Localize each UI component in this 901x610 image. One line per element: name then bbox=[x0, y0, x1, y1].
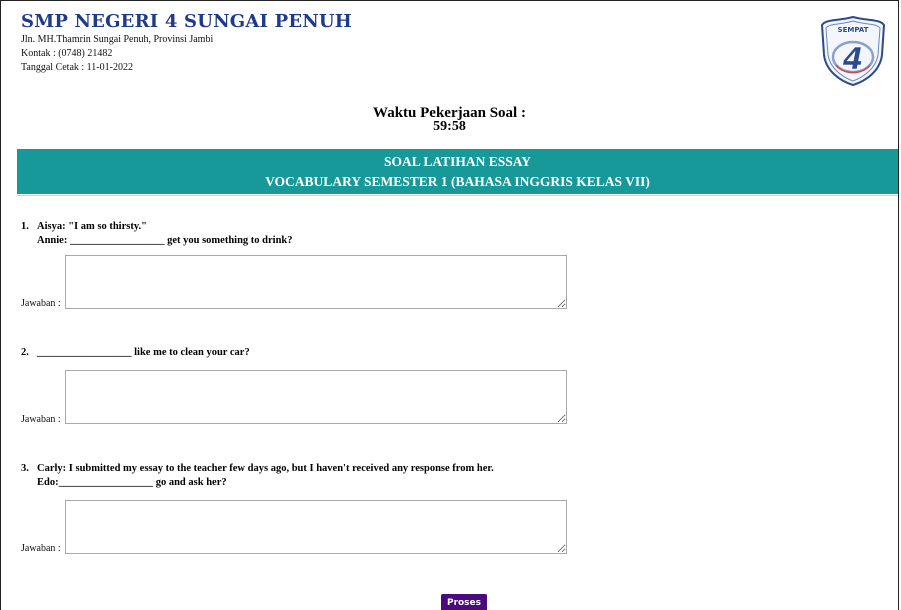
print-date: Tanggal Cetak : 11-01-2022 bbox=[21, 62, 133, 73]
question-number: 3. bbox=[21, 463, 29, 474]
school-address: Jln. MH.Thamrin Sungai Penuh, Provinsi J… bbox=[21, 34, 214, 45]
banner-title: SOAL LATIHAN ESSAY bbox=[383, 154, 532, 169]
banner-subtitle: VOCABULARY SEMESTER 1 (BAHASA INGGRIS KE… bbox=[265, 174, 650, 189]
school-header: SMP NEGERI 4 SUNGAI PENUH Jln. MH.Thamri… bbox=[21, 11, 352, 75]
exam-banner: SOAL LATIHAN ESSAY VOCABULARY SEMESTER 1… bbox=[17, 149, 898, 194]
banner-divider bbox=[17, 195, 898, 196]
answer-input-1[interactable] bbox=[65, 255, 567, 309]
answer-label: Jawaban : bbox=[21, 298, 61, 309]
answer-input-3[interactable] bbox=[65, 500, 567, 554]
answer-label: Jawaban : bbox=[21, 414, 61, 425]
question-3: 3. Carly: I submitted my essay to the tea… bbox=[21, 462, 494, 490]
school-name: SMP NEGERI 4 SUNGAI PENUH bbox=[21, 11, 353, 32]
question-text: Aisya: "I am so thirsty." bbox=[37, 221, 147, 232]
school-crest-icon: SEMPAT 4 bbox=[820, 15, 886, 87]
logo-text: SEMPAT bbox=[838, 26, 869, 34]
question-number: 1. bbox=[21, 221, 29, 232]
question-number: 2. bbox=[21, 347, 29, 358]
question-text-line2: Annie: __________________ get you someth… bbox=[37, 235, 293, 246]
question-text-line2: Edo:__________________ go and ask her? bbox=[37, 477, 227, 488]
timer-value: 59:58 bbox=[433, 119, 466, 134]
exam-page: SMP NEGERI 4 SUNGAI PENUH Jln. MH.Thamri… bbox=[0, 0, 899, 610]
answer-label: Jawaban : bbox=[21, 543, 61, 554]
question-2: 2. __________________ like me to clean yo… bbox=[21, 346, 250, 360]
school-contact: Kontak : (0748) 21482 bbox=[21, 48, 113, 59]
exam-timer: Waktu Pekerjaan Soal : 59:58 bbox=[1, 106, 898, 134]
question-text: __________________ like me to clean your… bbox=[37, 347, 250, 358]
question-1: 1. Aisya: "I am so thirsty." Annie: _____… bbox=[21, 220, 293, 248]
question-text: Carly: I submitted my essay to the teach… bbox=[37, 463, 494, 474]
proses-button[interactable]: Proses bbox=[441, 594, 487, 610]
answer-input-2[interactable] bbox=[65, 370, 567, 424]
